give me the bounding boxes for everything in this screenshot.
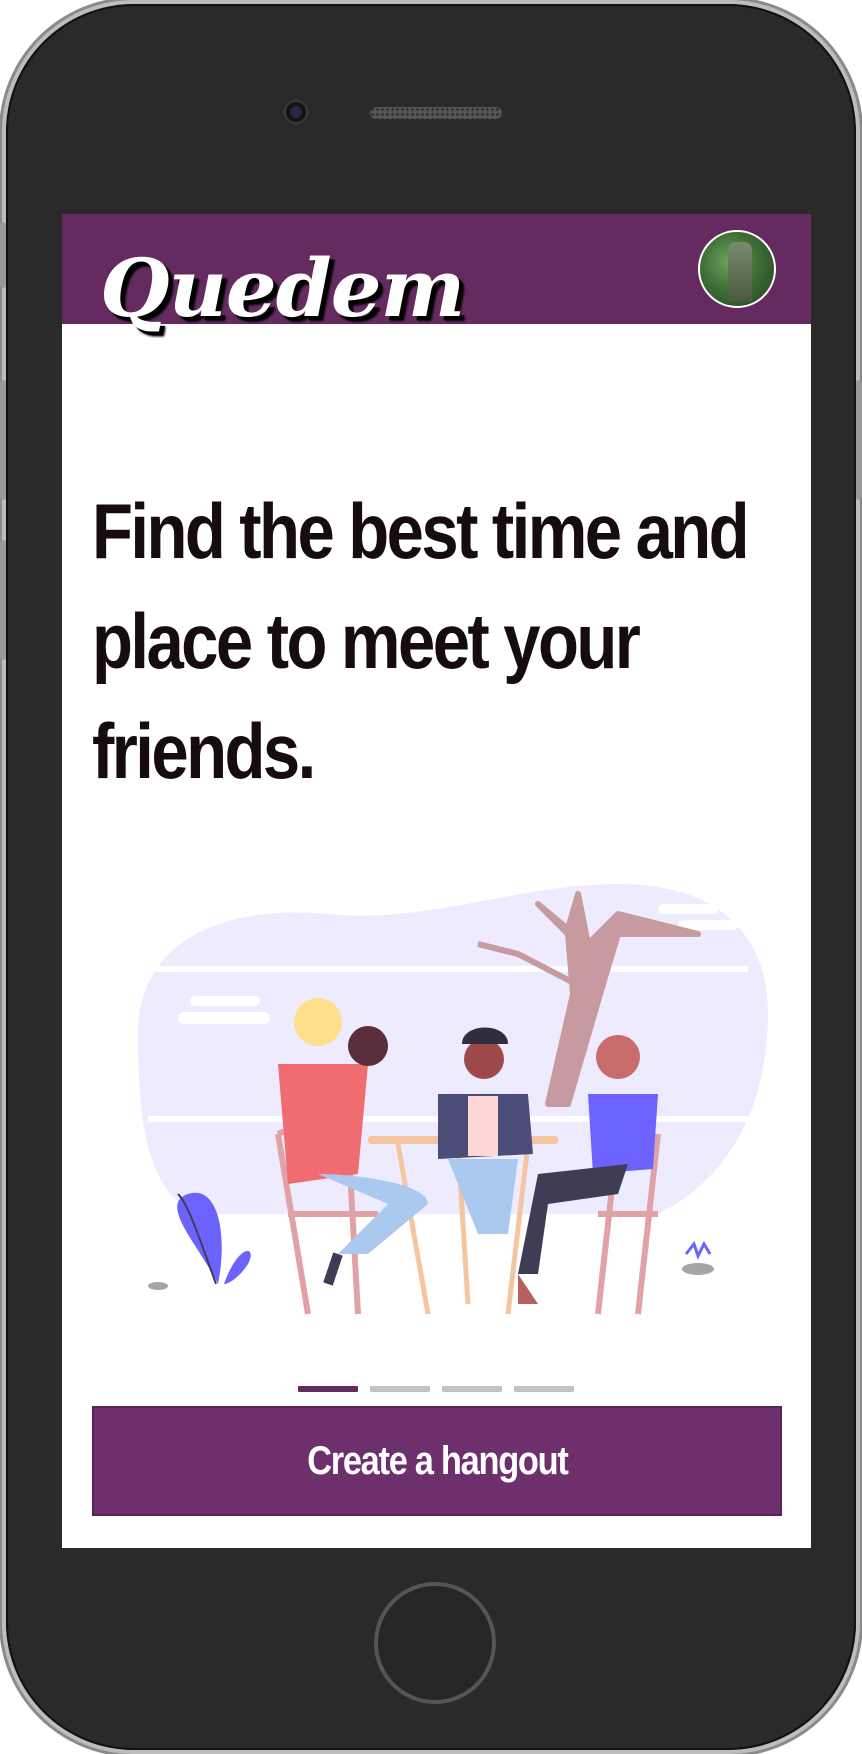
- avatar-image: [728, 242, 752, 302]
- app-logo[interactable]: Quedem: [100, 240, 465, 336]
- background-stripe: [148, 966, 748, 972]
- mute-switch: [0, 222, 6, 288]
- home-button[interactable]: [374, 1582, 496, 1704]
- cloud-icon: [658, 904, 718, 914]
- person-icon: [464, 1039, 504, 1079]
- create-hangout-button[interactable]: Create a hangout: [92, 1406, 782, 1516]
- carousel-dot-4[interactable]: [514, 1386, 574, 1392]
- power-button: [856, 380, 862, 500]
- person-icon: [596, 1035, 640, 1079]
- carousel-indicator: [298, 1386, 598, 1392]
- volume-down-button: [0, 540, 6, 660]
- carousel-dot-1[interactable]: [298, 1386, 358, 1392]
- speaker-grille: [370, 107, 502, 119]
- page-title: Find the best time and place to meet you…: [92, 487, 750, 795]
- cloud-icon: [178, 1012, 270, 1024]
- phone-frame: Quedem Find the best time and place to m…: [0, 4, 862, 1750]
- person-icon: [294, 998, 342, 1046]
- profile-avatar-icon[interactable]: [698, 230, 776, 308]
- carousel-dot-3[interactable]: [442, 1386, 502, 1392]
- app-screen: Quedem Find the best time and place to m…: [62, 214, 811, 1548]
- carousel-dot-2[interactable]: [370, 1386, 430, 1392]
- front-camera-icon: [286, 102, 306, 122]
- create-hangout-label: Create a hangout: [306, 1438, 569, 1483]
- cloud-icon: [190, 996, 260, 1006]
- volume-up-button: [0, 380, 6, 500]
